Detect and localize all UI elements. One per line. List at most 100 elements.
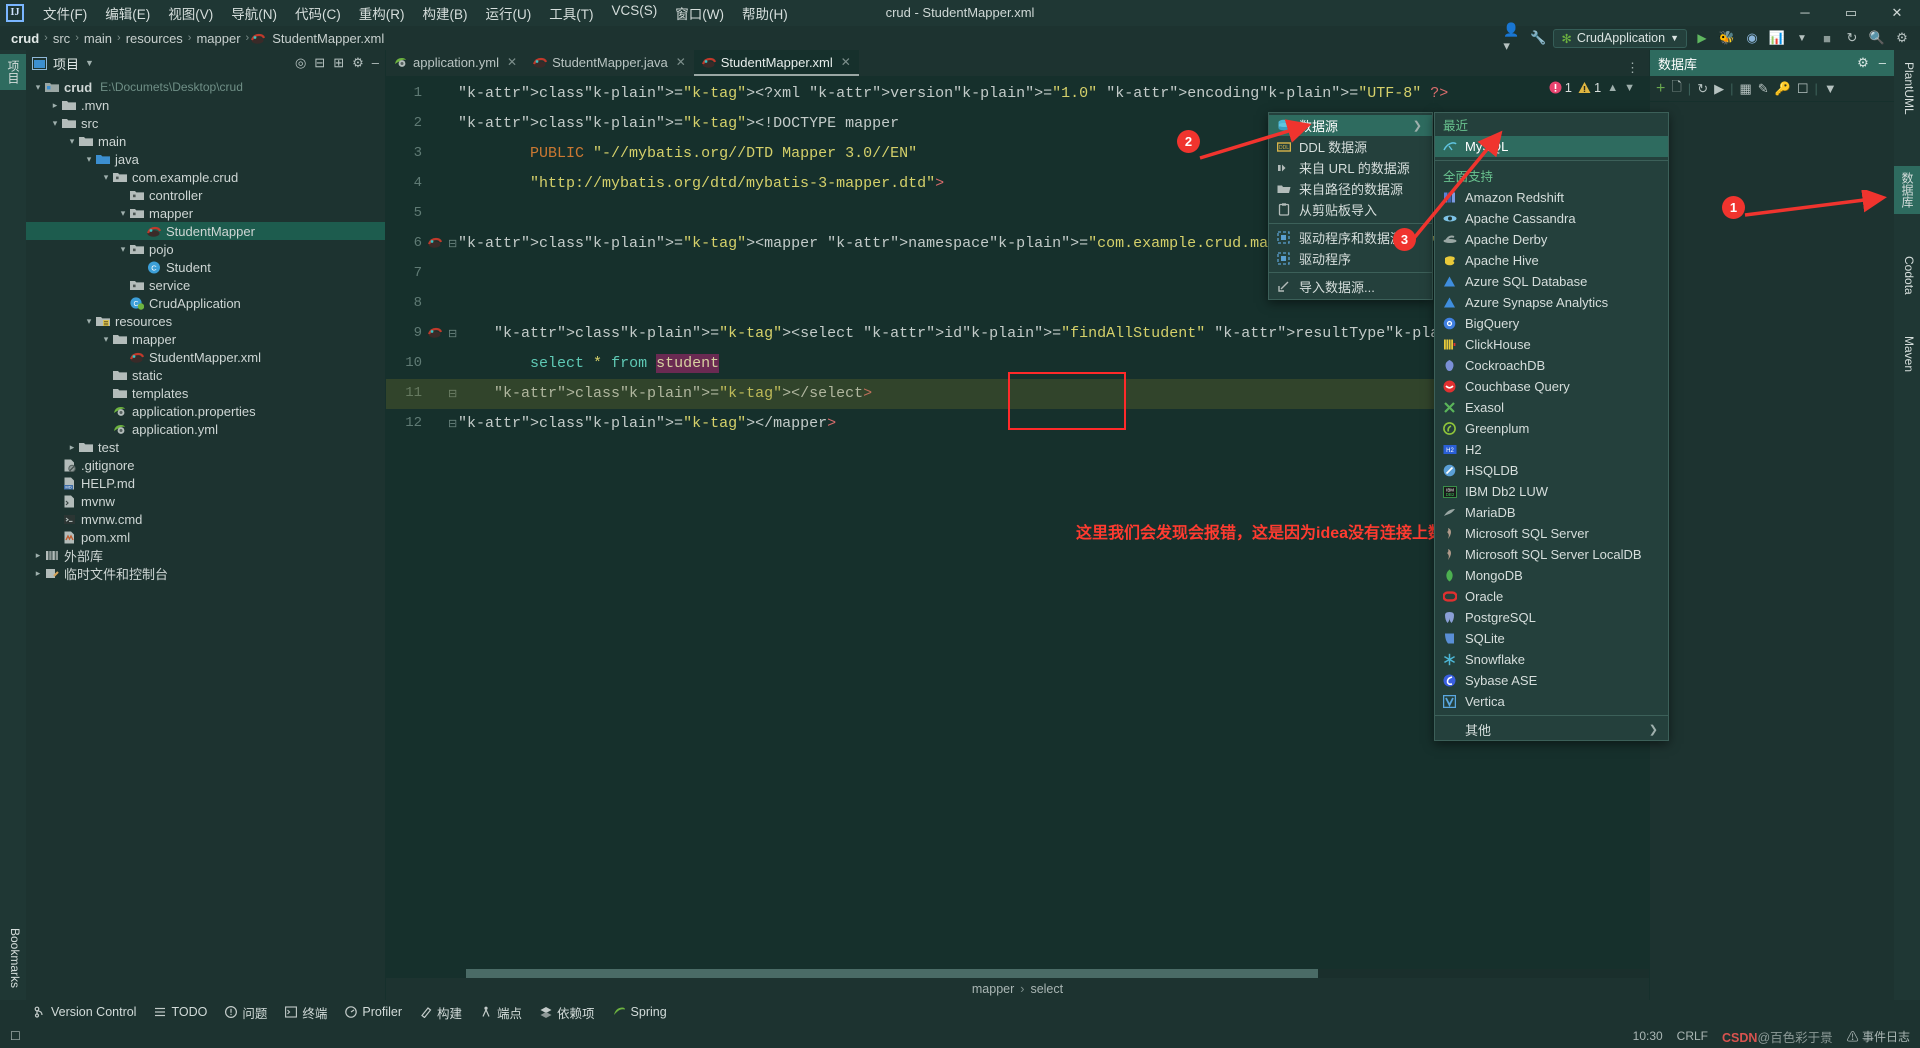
chevron-down-icon[interactable]: ▾ <box>117 208 129 219</box>
editor-tab-studentmapper-java[interactable]: StudentMapper.java ✕ <box>525 50 694 76</box>
tree-item-pom-xml[interactable]: pom.xml <box>26 528 385 546</box>
tree-item----[interactable]: ▸ 外部库 <box>26 546 385 564</box>
tree-item-studentmapper-xml[interactable]: StudentMapper.xml <box>26 348 385 366</box>
db-item-vertica[interactable]: Vertica <box>1435 691 1668 712</box>
bottom-tab----[interactable]: 依赖项 <box>532 1001 603 1024</box>
tree-item-com-example-crud[interactable]: ▾ com.example.crud <box>26 168 385 186</box>
tree-item-test[interactable]: ▸ test <box>26 438 385 456</box>
db-item-postgresql[interactable]: PostgreSQL <box>1435 607 1668 628</box>
chevron-right-icon[interactable]: ▸ <box>32 550 44 561</box>
chevron-down-icon[interactable]: ▾ <box>100 334 112 345</box>
tree-item-crudapplication[interactable]: C CrudApplication <box>26 294 385 312</box>
breadcrumb[interactable]: crud › src › main › resources › mapper › StudentMa… <box>8 31 387 46</box>
chevron-down-icon[interactable]: ▾ <box>83 154 95 165</box>
bottom-tab-todo[interactable]: TODO <box>146 1003 215 1021</box>
sidebar-tab-bookmarks[interactable]: Bookmarks <box>0 922 26 994</box>
menu-item-4[interactable]: 从剪贴板导入 <box>1269 199 1432 220</box>
db-item-bigquery[interactable]: BigQuery <box>1435 313 1668 334</box>
menu-10[interactable]: 窗口(W) <box>666 1 733 25</box>
menu-bar[interactable]: 文件(F) 编辑(E) 视图(V) 导航(N) 代码(C) 重构(R) 构建(B) 运行(U)… <box>34 1 797 25</box>
db-item-apache-derby[interactable]: Apache Derby <box>1435 229 1668 250</box>
sidebar-tab-database[interactable]: 数据库 <box>1894 166 1920 214</box>
db-item-sqlite[interactable]: SQLite <box>1435 628 1668 649</box>
menu-item-1[interactable]: DDL DDL 数据源 <box>1269 136 1432 157</box>
prev-problem-icon[interactable]: ▲ <box>1607 82 1618 94</box>
bottom-tab-spring[interactable]: Spring <box>605 1003 675 1021</box>
maximize-button[interactable]: ▭ <box>1828 0 1874 25</box>
run-with-coverage-icon[interactable]: ◉ <box>1742 29 1762 47</box>
db-item-apache-cassandra[interactable]: Apache Cassandra <box>1435 208 1668 229</box>
db-item-exasol[interactable]: Exasol <box>1435 397 1668 418</box>
search-icon[interactable]: 🔍 <box>1867 29 1887 47</box>
db-item-amazon-redshift[interactable]: Amazon Redshift <box>1435 187 1668 208</box>
tree-item-resources[interactable]: ▾ resources <box>26 312 385 330</box>
panel-settings-icon[interactable]: ⚙ <box>1857 55 1869 71</box>
bottom-tab---[interactable]: 构建 <box>412 1001 470 1024</box>
profiler-icon[interactable]: 📊 <box>1767 29 1787 47</box>
menu-6[interactable]: 构建(B) <box>414 1 477 25</box>
tree-item-help-md[interactable]: MD HELP.md <box>26 474 385 492</box>
chevron-down-icon[interactable]: ▾ <box>100 172 112 183</box>
db-item-snowflake[interactable]: Snowflake <box>1435 649 1668 670</box>
editor-tabs-more-icon[interactable]: ⋮ <box>1616 60 1649 76</box>
menu-item-7[interactable]: 驱动程序 <box>1269 248 1432 269</box>
db-item-mysql[interactable]: MySQL <box>1435 136 1668 157</box>
menu-0[interactable]: 文件(F) <box>34 1 96 25</box>
horizontal-scrollbar[interactable] <box>466 969 1649 978</box>
run-configuration-selector[interactable]: ✻ CrudApplication ▼ <box>1553 28 1687 48</box>
breadcrumb-mapper[interactable]: mapper <box>972 982 1014 996</box>
highlighted-table-token[interactable]: student <box>656 354 720 373</box>
db-item-oracle[interactable]: Oracle <box>1435 586 1668 607</box>
fold-marker-icon[interactable]: ⊟ <box>448 327 457 340</box>
database-toolbar[interactable]: + 🗋 | ↻ ▶ | ▦ ✎ 🔑 ☐ | ▼ <box>1650 76 1894 102</box>
menu-2[interactable]: 视图(V) <box>159 1 222 25</box>
db-item-cockroachdb[interactable]: CockroachDB <box>1435 355 1668 376</box>
bottom-tab-version-control[interactable]: Version Control <box>26 1003 144 1021</box>
close-button[interactable]: ✕ <box>1874 0 1920 25</box>
filter-icon[interactable]: ▼ <box>1824 81 1837 96</box>
menu-item-0[interactable]: 数据源 ❯ <box>1269 115 1432 136</box>
crumb-crud[interactable]: crud <box>8 31 42 46</box>
db-item-microsoft-sql-server-localdb[interactable]: Microsoft SQL Server LocalDB <box>1435 544 1668 565</box>
copy-icon[interactable]: 🗋 <box>1671 78 1681 100</box>
debug-icon[interactable]: 🐝 <box>1717 29 1737 47</box>
db-item-mariadb[interactable]: MariaDB <box>1435 502 1668 523</box>
tree-item-main[interactable]: ▾ main <box>26 132 385 150</box>
other-databases-item[interactable]: 其他 ❯ <box>1435 719 1668 740</box>
key-icon[interactable]: 🔑 <box>1775 81 1791 97</box>
recent-database-list[interactable]: MySQL <box>1435 136 1668 157</box>
settings-gear-icon[interactable]: ⚙ <box>1892 29 1912 47</box>
crumb-main[interactable]: main <box>81 31 115 46</box>
user-icon[interactable]: 👤▾ <box>1503 22 1523 53</box>
close-tab-icon[interactable]: ✕ <box>676 55 686 69</box>
tree-item-crud[interactable]: ▾ crud E:\Documets\Desktop\crud <box>26 78 385 96</box>
chevron-right-icon[interactable]: ▸ <box>66 442 78 453</box>
plus-icon[interactable]: + <box>1656 80 1665 98</box>
error-badge[interactable]: 1 <box>1549 80 1572 95</box>
run-sql-icon[interactable]: ▶ <box>1714 81 1724 97</box>
warning-badge[interactable]: 1 <box>1578 80 1601 95</box>
db-item-microsoft-sql-server[interactable]: Microsoft SQL Server <box>1435 523 1668 544</box>
close-tab-icon[interactable]: ✕ <box>507 55 517 69</box>
sidebar-tab-plantuml[interactable]: PlantUML <box>1894 56 1920 121</box>
edit-icon[interactable]: ✎ <box>1758 81 1769 97</box>
hide-panel-icon[interactable]: – <box>1879 55 1886 71</box>
refresh-icon[interactable]: ↻ <box>1697 81 1708 97</box>
status-left-icon[interactable]: ☐ <box>10 1029 21 1043</box>
crumb-src[interactable]: src <box>50 31 73 46</box>
menu-9[interactable]: VCS(S) <box>603 1 667 25</box>
bottom-tool-window-bar[interactable]: Version Control TODO 问题 终端 Profiler 构建 端点 依赖项 Sp… <box>0 1000 1920 1024</box>
crumb-resources[interactable]: resources <box>123 31 186 46</box>
tree-item-service[interactable]: service <box>26 276 385 294</box>
editor-bottom-breadcrumb[interactable]: mapper › select <box>386 978 1649 1000</box>
console-icon[interactable]: ☐ <box>1797 81 1809 97</box>
editor-tab-studentmapper-xml[interactable]: StudentMapper.xml ✕ <box>693 50 859 76</box>
menu-11[interactable]: 帮助(H) <box>733 1 797 25</box>
sidebar-tab-project[interactable]: 项目 <box>0 54 26 90</box>
all-database-list[interactable]: Amazon Redshift Apache Cassandra Apache De… <box>1435 187 1668 712</box>
datasource-context-menu[interactable]: 数据源 ❯ DDL DDL 数据源 来自 URL 的数据源 来自路径的数据源 从剪贴板导入驱… <box>1268 112 1433 300</box>
tree-item-static[interactable]: static <box>26 366 385 384</box>
panel-settings-icon[interactable]: ⚙ <box>352 55 364 71</box>
bottom-tab---[interactable]: 问题 <box>217 1001 275 1024</box>
more-run-icon[interactable]: ▼ <box>1792 29 1812 47</box>
